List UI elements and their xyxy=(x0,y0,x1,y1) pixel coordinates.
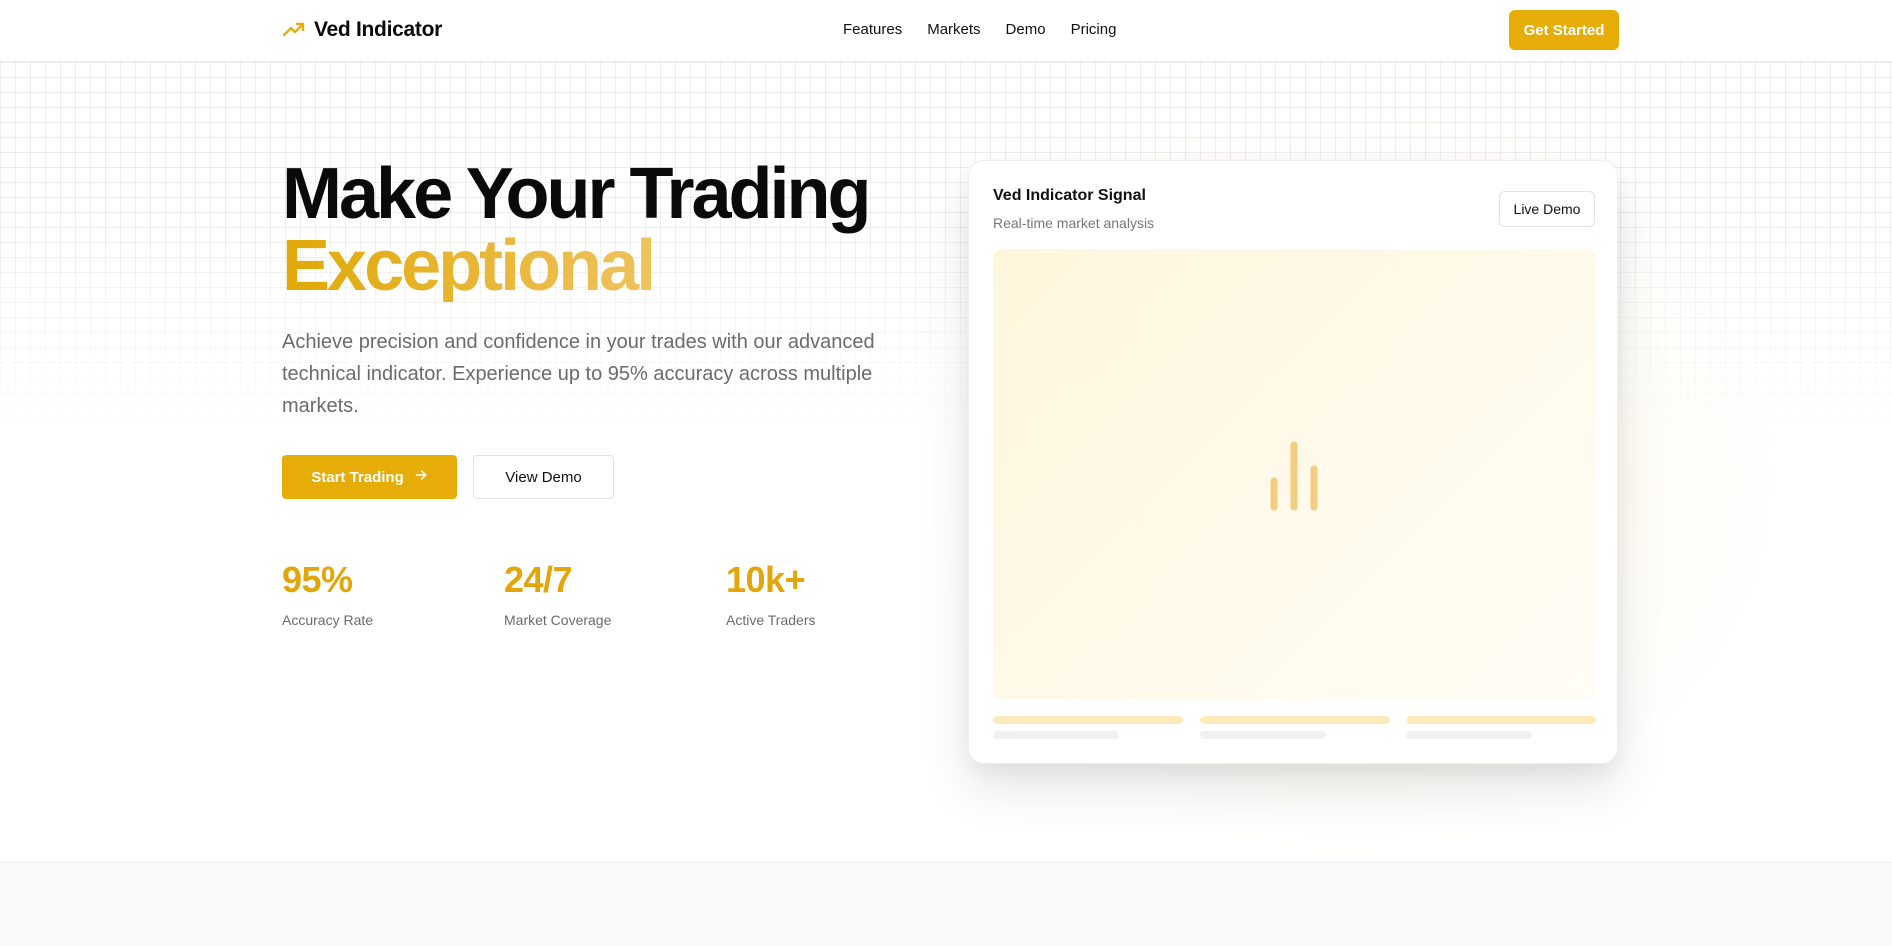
skeleton-item xyxy=(1199,716,1390,739)
headline-line-2: Exceptional xyxy=(282,230,942,302)
nav-link-markets[interactable]: Markets xyxy=(927,21,980,38)
start-trading-label: Start Trading xyxy=(311,468,404,486)
live-demo-button[interactable]: Live Demo xyxy=(1499,191,1595,227)
stat-value: 95% xyxy=(282,559,353,600)
bar-chart-icon xyxy=(1264,435,1324,520)
nav-links: Features Markets Demo Pricing xyxy=(843,21,1116,38)
loading-skeletons xyxy=(993,716,1596,739)
nav-link-demo[interactable]: Demo xyxy=(1006,21,1046,38)
skeleton-item xyxy=(1406,716,1596,739)
card-title: Ved Indicator Signal xyxy=(993,187,1146,204)
skeleton-line xyxy=(1406,716,1596,724)
stats-row: 95% Accuracy Rate 24/7 Market Coverage 1… xyxy=(282,559,948,629)
brand-name: Ved Indicator xyxy=(314,18,442,41)
stat-accuracy: 95% Accuracy Rate xyxy=(282,559,504,629)
signal-card: Ved Indicator Signal Real-time market an… xyxy=(968,160,1618,764)
next-section xyxy=(0,862,1892,946)
skeleton-line xyxy=(1199,716,1390,724)
chart-placeholder xyxy=(993,249,1596,699)
hero-subtitle: Achieve precision and confidence in your… xyxy=(282,331,875,417)
view-demo-button[interactable]: View Demo xyxy=(473,455,614,499)
top-nav: Ved Indicator Features Markets Demo Pric… xyxy=(0,0,1892,62)
arrow-right-icon xyxy=(414,468,428,487)
skeleton-line xyxy=(993,716,1183,724)
stat-value: 24/7 xyxy=(504,559,573,600)
get-started-button[interactable]: Get Started xyxy=(1509,10,1619,50)
headline-line-1: Make Your Trading xyxy=(282,154,872,234)
brand-logo[interactable]: Ved Indicator xyxy=(282,18,442,42)
stat-label: Active Traders xyxy=(726,612,816,628)
skeleton-line xyxy=(1199,731,1326,739)
skeleton-line xyxy=(1406,731,1532,739)
stat-label: Accuracy Rate xyxy=(282,612,374,628)
trending-up-icon xyxy=(282,18,306,42)
card-subtitle: Real-time market analysis xyxy=(993,215,1155,231)
skeleton-line xyxy=(993,731,1119,739)
stat-traders: 10k+ Active Traders xyxy=(726,559,948,629)
stat-value: 10k+ xyxy=(726,559,806,600)
nav-link-pricing[interactable]: Pricing xyxy=(1071,21,1117,38)
hero-headline: Make Your Trading Exceptional xyxy=(282,158,942,302)
stat-label: Market Coverage xyxy=(504,612,612,628)
start-trading-button[interactable]: Start Trading xyxy=(282,455,457,499)
nav-link-features[interactable]: Features xyxy=(843,21,902,38)
stat-coverage: 24/7 Market Coverage xyxy=(504,559,726,629)
skeleton-item xyxy=(993,716,1183,739)
